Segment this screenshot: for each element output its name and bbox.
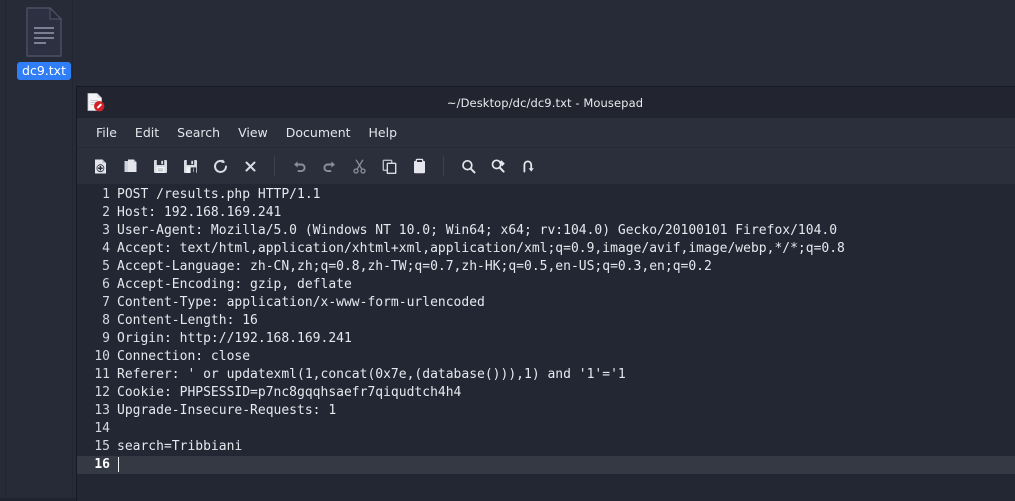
paste-icon: [411, 158, 428, 175]
save-as-icon: i: [182, 158, 199, 175]
find-button[interactable]: [453, 152, 483, 180]
line-number: 12: [94, 385, 110, 400]
line-number: 8: [102, 313, 110, 328]
line-number: 7: [102, 295, 110, 310]
menu-view[interactable]: View: [229, 122, 277, 143]
line-number: 14: [94, 421, 110, 436]
copy-icon: [381, 158, 398, 175]
line-number: 9: [102, 331, 110, 346]
save-button[interactable]: [145, 152, 175, 180]
undo-icon: [291, 158, 308, 175]
save-as-button[interactable]: i: [175, 152, 205, 180]
open-file-button[interactable]: [115, 152, 145, 180]
line-text[interactable]: Origin: http://192.168.169.241: [117, 330, 352, 348]
menu-help[interactable]: Help: [360, 122, 407, 143]
copy-button[interactable]: [374, 152, 404, 180]
line-number: 11: [94, 367, 110, 382]
code-line[interactable]: 13 Upgrade-Insecure-Requests: 1: [77, 402, 1015, 420]
line-text[interactable]: Cookie: PHPSESSID=p7nc8gqqhsaefr7qiqudtc…: [117, 384, 461, 402]
desktop-icon-dc9-txt[interactable]: dc9.txt: [12, 6, 76, 80]
line-number: 6: [102, 277, 110, 292]
close-document-button[interactable]: [235, 152, 265, 180]
code-line[interactable]: 6 Accept-Encoding: gzip, deflate: [77, 276, 1015, 294]
cut-button[interactable]: [344, 152, 374, 180]
redo-button[interactable]: [314, 152, 344, 180]
line-number: 13: [94, 403, 110, 418]
go-to-line-button[interactable]: [513, 152, 543, 180]
line-text[interactable]: Accept-Encoding: gzip, deflate: [117, 276, 352, 294]
go-to-line-icon: [520, 158, 537, 175]
window-titlebar[interactable]: ~/Desktop/dc/dc9.txt - Mousepad: [77, 87, 1015, 118]
code-line[interactable]: 14: [77, 420, 1015, 438]
line-text[interactable]: User-Agent: Mozilla/5.0 (Windows NT 10.0…: [117, 222, 837, 240]
screen: dc9.txt ~/Desktop/dc/dc9.txt - Mousepad …: [0, 0, 1015, 501]
toolbar-separator-2: [443, 156, 444, 176]
search-icon: [460, 158, 477, 175]
line-number: 2: [102, 205, 110, 220]
reload-button[interactable]: [205, 152, 235, 180]
mousepad-app-icon: [85, 92, 105, 112]
code-lines-container[interactable]: 1 POST /results.php HTTP/1.1 2 Host: 192.16…: [77, 186, 1015, 501]
undo-button[interactable]: [284, 152, 314, 180]
desktop-icon-label: dc9.txt: [17, 62, 71, 80]
mousepad-window: ~/Desktop/dc/dc9.txt - Mousepad File Edi…: [76, 86, 1015, 501]
line-text[interactable]: Content-Type: application/x-www-form-url…: [117, 294, 485, 312]
line-number: 15: [94, 439, 110, 454]
code-line[interactable]: 10 Connection: close: [77, 348, 1015, 366]
line-text[interactable]: Accept-Language: zh-CN,zh;q=0.8,zh-TW;q=…: [117, 258, 712, 276]
code-line[interactable]: 7 Content-Type: application/x-www-form-ur…: [77, 294, 1015, 312]
toolbar-separator-1: [274, 156, 275, 176]
window-title: ~/Desktop/dc/dc9.txt - Mousepad: [446, 95, 644, 110]
menu-search[interactable]: Search: [168, 122, 229, 143]
code-line[interactable]: 4 Accept: text/html,application/xhtml+xml…: [77, 240, 1015, 258]
line-text[interactable]: Host: 192.168.169.241: [117, 204, 281, 222]
code-line[interactable]: 8 Content-Length: 16: [77, 312, 1015, 330]
new-file-button[interactable]: [85, 152, 115, 180]
line-text[interactable]: Upgrade-Insecure-Requests: 1: [117, 402, 336, 420]
toolbar: i: [77, 148, 1015, 184]
line-text[interactable]: Accept: text/html,application/xhtml+xml,…: [117, 240, 845, 258]
menu-edit[interactable]: Edit: [126, 122, 168, 143]
code-line[interactable]: 16: [77, 456, 1015, 474]
line-number: 4: [102, 241, 110, 256]
find-replace-icon: [490, 158, 507, 175]
text-cursor: [118, 456, 119, 472]
menu-file[interactable]: File: [87, 122, 126, 143]
redo-icon: [321, 158, 338, 175]
close-icon: [242, 158, 259, 175]
menu-document[interactable]: Document: [277, 122, 360, 143]
reload-icon: [212, 158, 229, 175]
line-text[interactable]: Referer: ' or updatexml(1,concat(0x7e,(d…: [117, 366, 626, 384]
line-number: 1: [102, 187, 110, 202]
cut-icon: [351, 158, 368, 175]
line-text[interactable]: search=Tribbiani: [117, 438, 242, 456]
line-number: 16: [94, 457, 110, 472]
code-line[interactable]: 11 Referer: ' or updatexml(1,concat(0x7e,…: [77, 366, 1015, 384]
menubar: File Edit Search View Document Help: [77, 118, 1015, 148]
line-number: 5: [102, 259, 110, 274]
code-line[interactable]: 12 Cookie: PHPSESSID=p7nc8gqqhsaefr7qiqud…: [77, 384, 1015, 402]
code-line[interactable]: 3 User-Agent: Mozilla/5.0 (Windows NT 10.…: [77, 222, 1015, 240]
code-line[interactable]: 2 Host: 192.168.169.241: [77, 204, 1015, 222]
line-text[interactable]: Content-Length: 16: [117, 312, 258, 330]
line-text[interactable]: POST /results.php HTTP/1.1: [117, 186, 321, 204]
line-number: 10: [94, 349, 110, 364]
code-line[interactable]: 1 POST /results.php HTTP/1.1: [77, 186, 1015, 204]
line-text[interactable]: Connection: close: [117, 348, 250, 366]
open-file-icon: [122, 158, 139, 175]
code-line[interactable]: 5 Accept-Language: zh-CN,zh;q=0.8,zh-TW;q…: [77, 258, 1015, 276]
text-editor[interactable]: 1 POST /results.php HTTP/1.1 2 Host: 192.16…: [77, 184, 1015, 501]
find-replace-button[interactable]: [483, 152, 513, 180]
text-file-icon: [24, 6, 64, 58]
line-number: 3: [102, 223, 110, 238]
code-line[interactable]: 15 search=Tribbiani: [77, 438, 1015, 456]
new-file-icon: [92, 158, 109, 175]
code-line[interactable]: 9 Origin: http://192.168.169.241: [77, 330, 1015, 348]
desktop-guide-line-left: [5, 0, 6, 501]
save-icon: [152, 158, 169, 175]
paste-button[interactable]: [404, 152, 434, 180]
